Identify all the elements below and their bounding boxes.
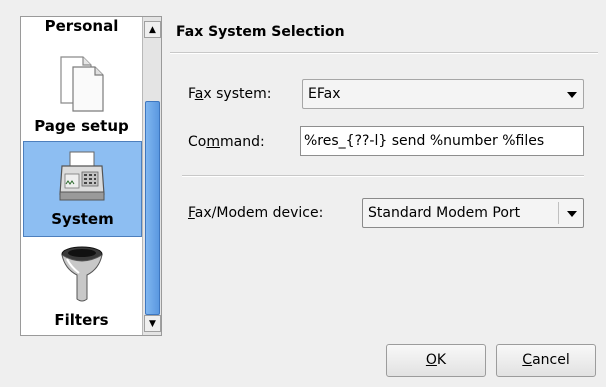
scrollbar-thumb[interactable] <box>145 101 160 315</box>
sidebar-item-page-setup[interactable]: Page setup <box>23 47 140 153</box>
header-divider <box>170 52 598 54</box>
sidebar-item-label: Personal <box>44 17 119 35</box>
command-label: Command: <box>188 134 265 150</box>
sidebar-item-system[interactable]: System <box>23 141 142 237</box>
sidebar-item-filters[interactable]: Filters <box>23 239 140 335</box>
cancel-button[interactable]: Cancel <box>496 344 596 377</box>
chevron-down-icon <box>567 92 577 98</box>
funnel-icon <box>59 245 105 309</box>
sidebar-scrollbar[interactable]: ▲ ▼ <box>142 17 161 335</box>
chevron-down-icon <box>567 211 577 217</box>
section-divider <box>182 175 584 177</box>
category-sidebar: Personal Page setup System Filters ▲ ▼ <box>20 16 162 336</box>
scroll-up-arrow-icon[interactable]: ▲ <box>144 21 161 38</box>
fax-modem-device-dropdown[interactable]: Standard Modem Port <box>362 198 584 228</box>
sidebar-item-label: Filters <box>54 311 109 329</box>
fax-modem-device-label: Fax/Modem device: <box>188 205 324 221</box>
fax-system-label: Fax system: <box>188 86 272 102</box>
page-setup-icon <box>57 53 107 117</box>
category-list: Personal Page setup System Filters <box>21 17 142 335</box>
page-title: Fax System Selection <box>176 24 345 40</box>
fax-machine-icon <box>58 150 108 206</box>
fax-system-value: EFax <box>308 86 341 102</box>
sidebar-item-label: Page setup <box>34 117 129 135</box>
fax-system-dropdown[interactable]: EFax <box>302 79 584 109</box>
ok-button[interactable]: OK <box>386 344 486 377</box>
scroll-down-arrow-icon[interactable]: ▼ <box>144 315 161 332</box>
sidebar-item-personal[interactable]: Personal <box>23 17 140 41</box>
sidebar-item-label: System <box>51 210 114 228</box>
fax-configuration-dialog: Personal Page setup System Filters ▲ ▼ F… <box>0 0 606 387</box>
fax-modem-device-value: Standard Modem Port <box>368 205 521 221</box>
dropdown-separator <box>558 202 559 224</box>
command-input[interactable] <box>300 126 584 156</box>
